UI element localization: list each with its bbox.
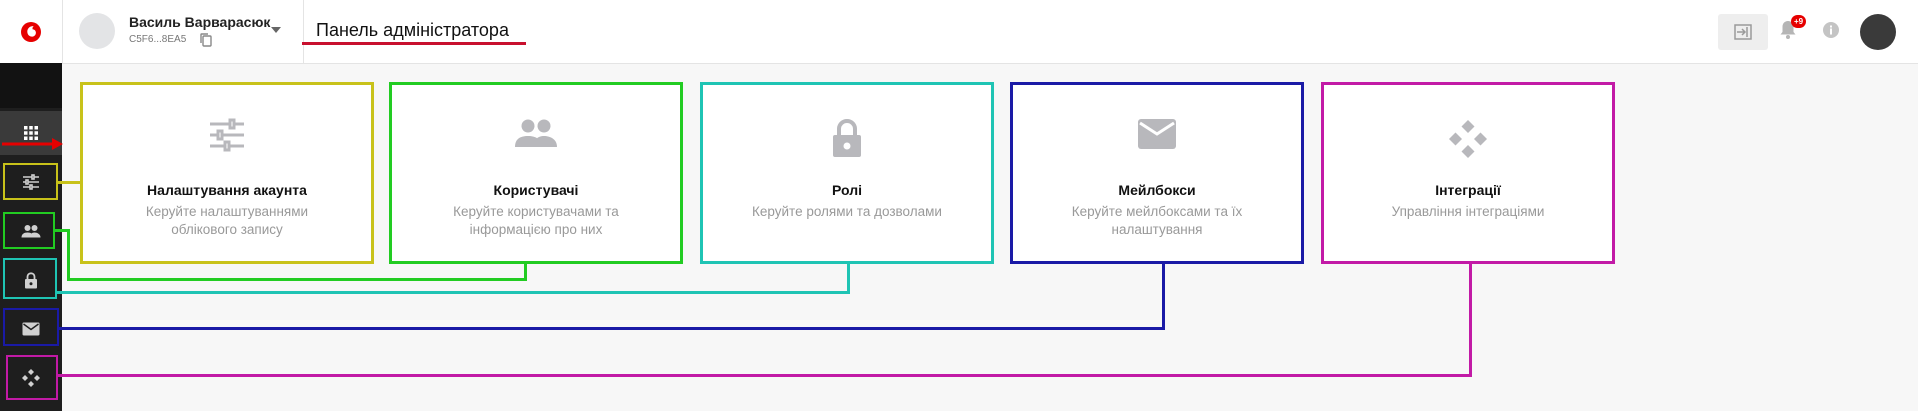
connector-line-integrations-v: [1469, 262, 1472, 377]
integrations-icon: [1449, 120, 1487, 158]
card-title: Налаштування акаунта: [147, 182, 307, 198]
connector-line-users-v2: [524, 262, 527, 281]
card-title: Інтеграції: [1435, 182, 1501, 198]
highlight-box-roles: [3, 258, 57, 299]
page-title: Панель адміністратора: [316, 20, 509, 40]
connector-line-account-settings: [58, 181, 82, 184]
card-roles[interactable]: Ролі Керуйте ролями та дозволами: [700, 82, 994, 264]
connector-line-integrations-h: [58, 374, 1472, 377]
info-icon[interactable]: [1822, 21, 1840, 39]
user-switcher[interactable]: Василь Варварасюк C5F6...8EA5: [62, 0, 304, 63]
card-description: Керуйте ролями та дозволами: [752, 204, 942, 219]
card-description: Керуйте налаштуваннями облікового запису: [145, 204, 309, 237]
connector-line-roles-h: [57, 291, 850, 294]
sidebar-header: [0, 63, 62, 108]
connector-line-roles-v: [847, 262, 850, 294]
card-title: Мейлбокси: [1118, 182, 1196, 198]
card-account-settings[interactable]: Налаштування акаунта Керуйте налаштуванн…: [80, 82, 374, 264]
copy-icon[interactable]: [199, 32, 213, 48]
user-avatar: [79, 13, 115, 49]
user-id: C5F6...8EA5: [129, 34, 187, 45]
connector-line-mailboxes-h: [59, 327, 1165, 330]
connector-line-users-h: [67, 278, 527, 281]
logout-icon: [1734, 24, 1752, 40]
card-users[interactable]: Користувачі Керуйте користувачами та інф…: [389, 82, 683, 264]
tune-icon: [210, 118, 244, 152]
highlight-box-integrations: [6, 355, 58, 400]
logout-button[interactable]: [1718, 14, 1768, 50]
highlight-box-mailboxes: [3, 308, 59, 346]
card-description: Керуйте мейлбоксами та їх налаштування: [1071, 204, 1243, 237]
annotation-arrow: [2, 138, 63, 150]
card-description: Управління інтеграціями: [1391, 204, 1545, 219]
highlight-box-account-settings: [3, 163, 58, 200]
people-icon: [515, 119, 557, 147]
notification-badge: +9: [1791, 15, 1806, 28]
connector-line-mailboxes-v: [1162, 262, 1165, 330]
connector-line-users-v1: [67, 229, 70, 280]
title-annotation-underline: [302, 42, 526, 45]
card-integrations[interactable]: Інтеграції Управління інтеграціями: [1321, 82, 1615, 264]
lock-icon: [833, 118, 861, 157]
card-mailboxes[interactable]: Мейлбокси Керуйте мейлбоксами та їх нала…: [1010, 82, 1304, 264]
chevron-down-icon[interactable]: [271, 27, 281, 33]
card-description: Керуйте користувачами та інформацією про…: [453, 204, 619, 237]
highlight-box-users: [3, 212, 55, 249]
vodafone-logo-icon: [21, 21, 41, 42]
card-title: Ролі: [832, 182, 862, 198]
user-name: Василь Варварасюк: [129, 14, 271, 30]
profile-avatar[interactable]: [1860, 14, 1896, 50]
top-bar: Василь Варварасюк C5F6...8EA5 Панель адм…: [0, 0, 1918, 64]
card-title: Користувачі: [493, 182, 579, 198]
vodafone-logo[interactable]: [0, 0, 62, 63]
mail-icon: [1138, 119, 1176, 149]
